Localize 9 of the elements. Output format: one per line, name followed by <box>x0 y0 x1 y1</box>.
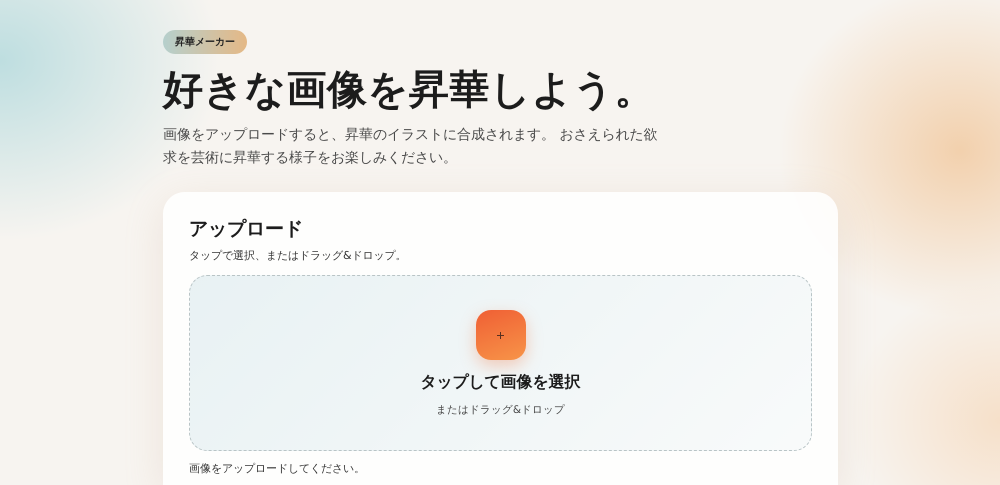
card-title: アップロード <box>189 217 303 242</box>
headline: 好きな画像を昇華しよう。 <box>163 66 655 115</box>
app-badge: 昇華メーカー <box>163 30 247 54</box>
status-text: 画像をアップロードしてください。 <box>189 461 365 476</box>
card-subtitle: タップで選択、またはドラッグ&ドロップ。 <box>189 248 407 263</box>
description: 画像をアップロードすると、昇華のイラストに合成されます。 おさえられた欲求を芸術に昇華する様子をお楽しみください。 <box>163 126 658 168</box>
dropzone[interactable]: タップして画像を選択 またはドラッグ&ドロップ <box>189 275 812 451</box>
dropzone-hint: またはドラッグ&ドロップ <box>436 403 566 417</box>
dropzone-label: タップして画像を選択 <box>420 372 580 393</box>
